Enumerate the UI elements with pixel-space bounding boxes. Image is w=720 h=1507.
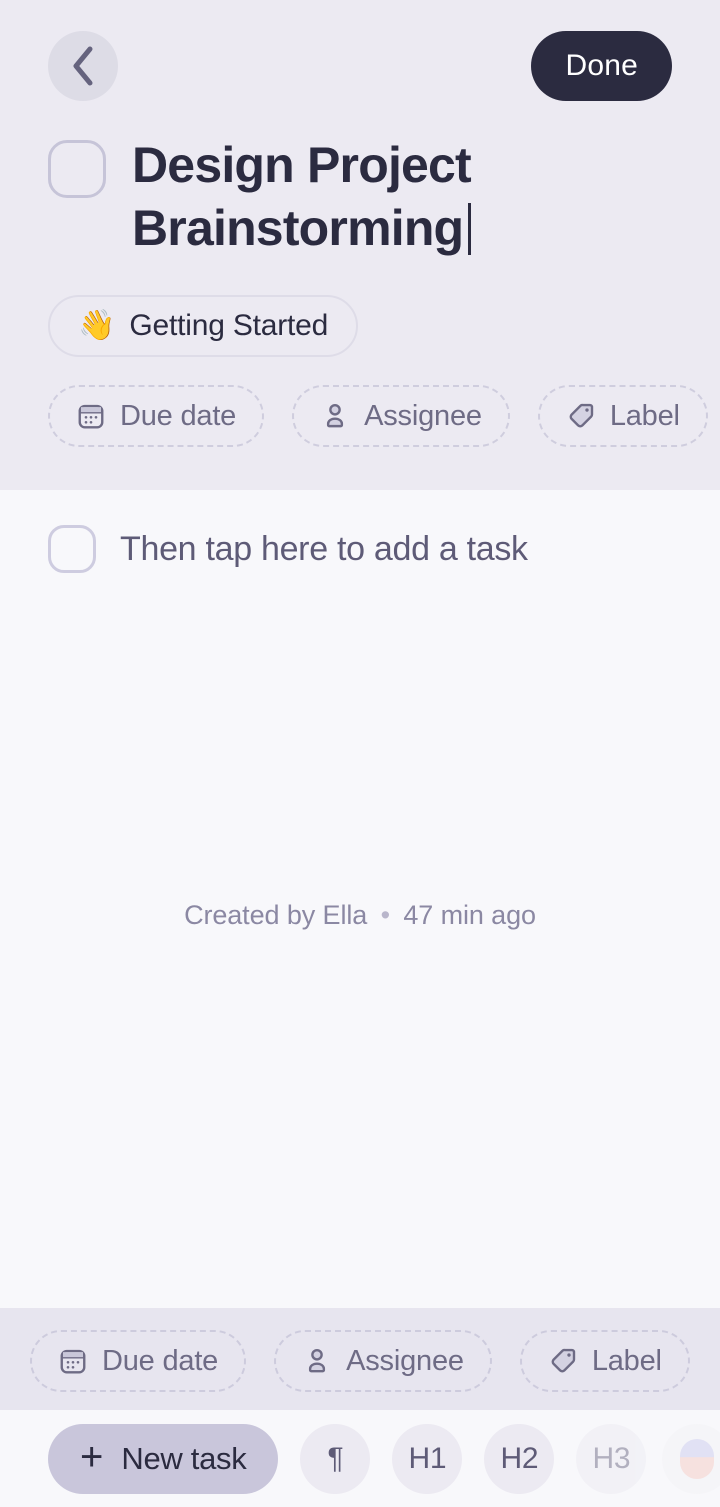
created-separator: • (380, 900, 390, 930)
new-task-button[interactable]: + New task (48, 1423, 279, 1494)
tag-icon (566, 401, 596, 431)
toolbar-chip-assignee[interactable]: Assignee (274, 1330, 492, 1392)
back-button[interactable] (48, 31, 118, 101)
format-button-paragraph-label: ¶ (327, 1441, 344, 1475)
header-chip-due-date[interactable]: Due date (48, 385, 265, 447)
toolbar-chip-due-date[interactable]: Due date (30, 1330, 247, 1392)
title-checkbox[interactable] (48, 140, 106, 198)
page-title: Design Project Brainstorming (132, 137, 472, 256)
plus-icon: + (80, 1435, 104, 1479)
person-icon (320, 401, 350, 431)
header-chip-assignee[interactable]: Assignee (292, 385, 510, 447)
task-detail-screen: Done Design Project Brainstorming 👋 Gett… (0, 0, 720, 1507)
header-chip-label-label: Label (609, 399, 680, 432)
title-input[interactable]: Design Project Brainstorming (132, 134, 562, 259)
toolbar-chip-assignee-label: Assignee (346, 1344, 464, 1377)
header-chip-assignee-label: Assignee (364, 399, 482, 432)
header-meta-chips: Due date Assignee Label (48, 385, 708, 447)
color-picker-button[interactable] (662, 1423, 720, 1494)
toolbar-chip-due-date-label: Due date (102, 1344, 219, 1377)
created-by-text: Created by Ella (184, 900, 368, 930)
task-row[interactable]: Then tap here to add a task (48, 490, 672, 573)
created-time: 47 min ago (403, 900, 536, 930)
list-chip-getting-started[interactable]: 👋 Getting Started (48, 295, 359, 357)
format-button-heading-1[interactable]: H1 (392, 1423, 463, 1494)
created-by-line: Created by Ella • 47 min ago (0, 900, 720, 931)
list-chip-label: Getting Started (129, 309, 329, 342)
bottom-meta-toolbar: Due date Assignee Label (0, 1308, 720, 1410)
format-toolbar: + New task ¶ H1 H2 H3 (0, 1410, 720, 1507)
task-label: Then tap here to add a task (120, 529, 528, 568)
format-button-heading-2[interactable]: H2 (484, 1423, 555, 1494)
format-button-heading-1-label: H1 (408, 1441, 447, 1475)
header-chip-label[interactable]: Label (537, 385, 708, 447)
wave-emoji-icon: 👋 (78, 309, 116, 342)
header-toolbar: Done (48, 28, 672, 104)
task-list-body: Then tap here to add a task Created by E… (0, 490, 720, 1308)
calendar-icon (76, 401, 106, 431)
task-checkbox[interactable] (48, 525, 96, 573)
title-row: Design Project Brainstorming (48, 134, 672, 259)
tag-icon (548, 1346, 578, 1376)
done-button[interactable]: Done (531, 31, 672, 101)
format-button-paragraph[interactable]: ¶ (300, 1423, 371, 1494)
format-button-heading-3-label: H3 (592, 1441, 631, 1475)
format-button-heading-3[interactable]: H3 (576, 1423, 647, 1494)
toolbar-chip-label[interactable]: Label (519, 1330, 690, 1392)
person-icon (302, 1346, 332, 1376)
toolbar-chip-label-label: Label (591, 1344, 662, 1377)
calendar-icon (58, 1346, 88, 1376)
color-picker-icon (680, 1438, 715, 1479)
new-task-label: New task (121, 1440, 247, 1476)
header-chip-due-date-label: Due date (120, 399, 237, 432)
chevron-left-icon (70, 45, 96, 87)
format-button-heading-2-label: H2 (500, 1441, 539, 1475)
header-section: Done Design Project Brainstorming 👋 Gett… (0, 0, 720, 490)
text-caret (468, 202, 472, 255)
